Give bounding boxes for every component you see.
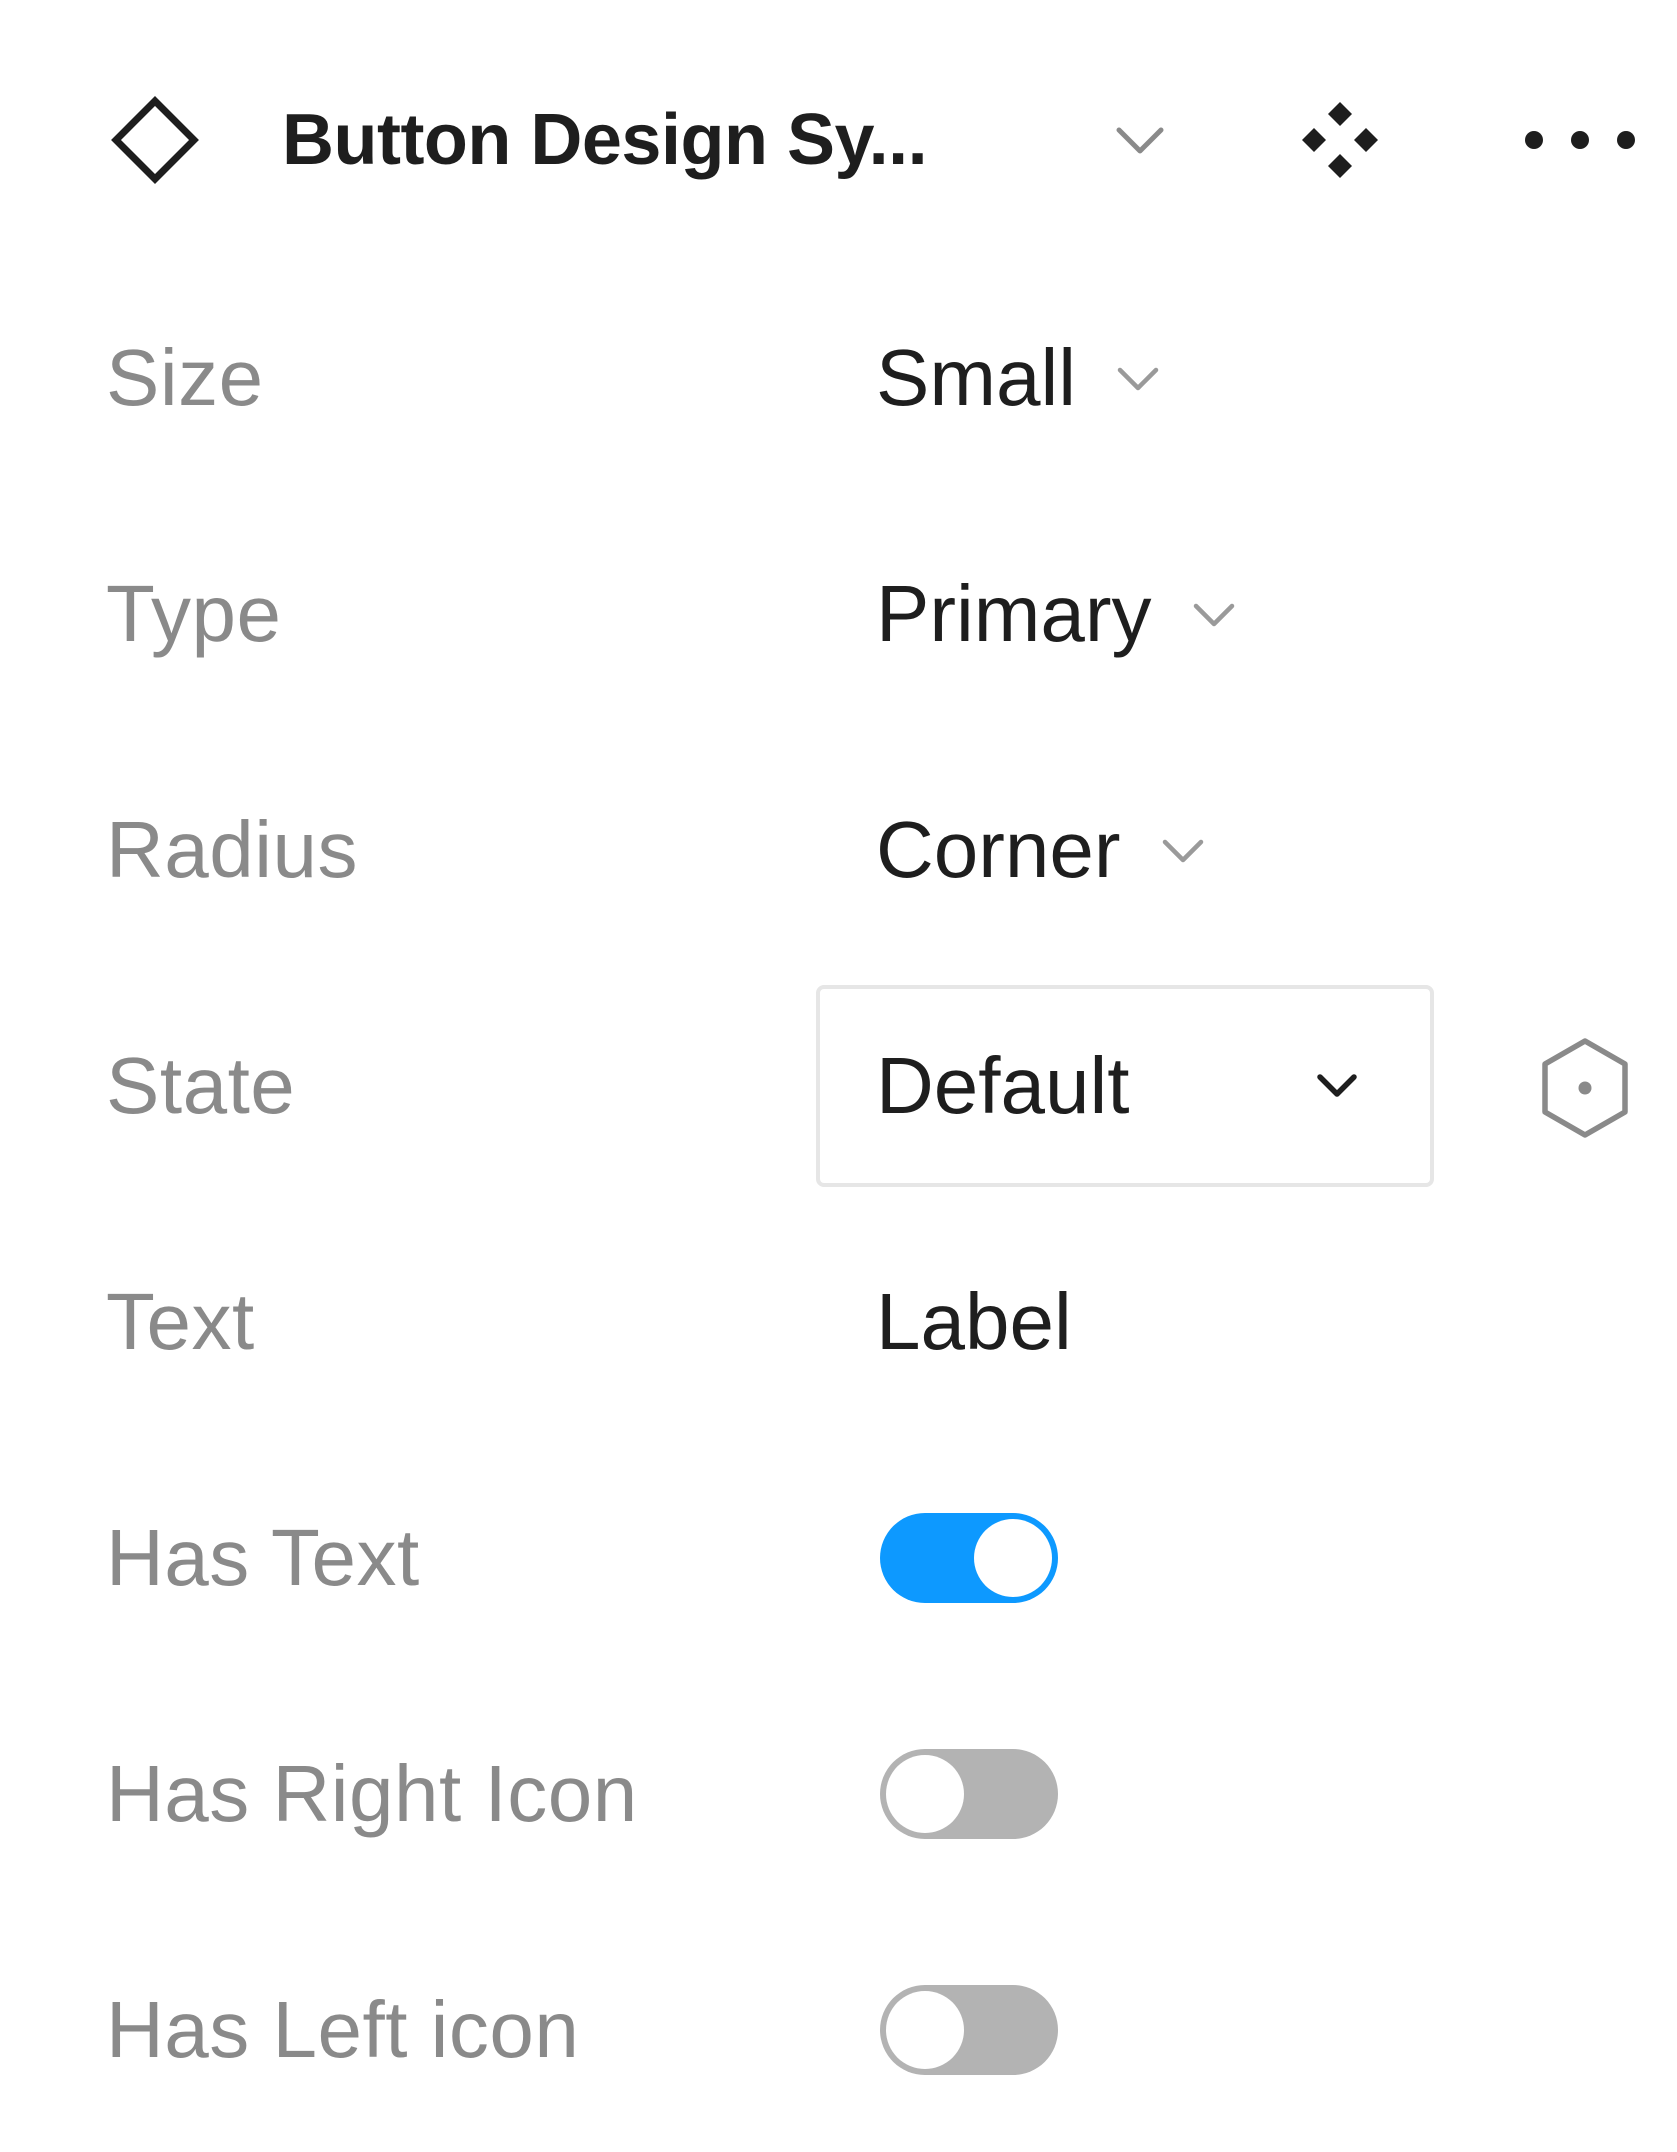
type-dropdown[interactable]: Primary	[876, 496, 1240, 732]
state-value: Default	[876, 1041, 1130, 1130]
component-diamond-icon	[111, 96, 199, 184]
toggle-knob	[886, 1755, 964, 1833]
property-label-type: Type	[106, 569, 282, 658]
instance-diamonds-icon[interactable]	[1300, 100, 1380, 180]
property-label-size: Size	[106, 333, 264, 422]
property-row-radius: Radius Corner	[0, 732, 1677, 968]
property-row-size: Size Small	[0, 260, 1677, 496]
chevron-down-icon	[1317, 1074, 1357, 1097]
property-label-has-left-icon: Has Left icon	[106, 1985, 580, 2074]
component-properties-panel: Button Design Sy... Size Small Type Prim…	[0, 0, 1677, 2152]
size-dropdown[interactable]: Small	[876, 260, 1164, 496]
has-left-icon-toggle[interactable]	[880, 1985, 1058, 2075]
toggle-knob	[886, 1991, 964, 2069]
size-value: Small	[876, 333, 1077, 422]
variable-hexagon-icon[interactable]	[1535, 1035, 1635, 1141]
text-value: Label	[876, 1277, 1072, 1366]
type-value: Primary	[876, 569, 1152, 658]
radius-dropdown[interactable]: Corner	[876, 732, 1209, 968]
chevron-down-icon	[1162, 839, 1203, 863]
property-row-text: Text Label	[0, 1204, 1677, 1440]
property-row-has-right-icon: Has Right Icon	[0, 1676, 1677, 1912]
property-label-text: Text	[106, 1277, 255, 1366]
text-value-field[interactable]: Label	[876, 1204, 1072, 1440]
has-text-toggle[interactable]	[880, 1513, 1058, 1603]
property-row-type: Type Primary	[0, 496, 1677, 732]
property-label-has-text: Has Text	[106, 1513, 420, 1602]
property-row-has-left-icon: Has Left icon	[0, 1912, 1677, 2148]
state-select[interactable]: Default	[816, 985, 1434, 1187]
property-label-radius: Radius	[106, 805, 359, 894]
property-row-has-text: Has Text	[0, 1440, 1677, 1676]
radius-value: Corner	[876, 805, 1121, 894]
property-label-has-right-icon: Has Right Icon	[106, 1749, 638, 1838]
component-title[interactable]: Button Design Sy...	[282, 95, 928, 185]
more-horizontal-icon[interactable]	[1520, 120, 1640, 160]
chevron-down-icon	[1117, 367, 1159, 391]
chevron-down-icon	[1193, 603, 1234, 627]
toggle-knob	[974, 1519, 1052, 1597]
chevron-down-icon[interactable]	[1105, 110, 1175, 170]
has-right-icon-toggle[interactable]	[880, 1749, 1058, 1839]
property-label-state: State	[106, 1041, 296, 1130]
panel-header: Button Design Sy...	[0, 0, 1677, 290]
